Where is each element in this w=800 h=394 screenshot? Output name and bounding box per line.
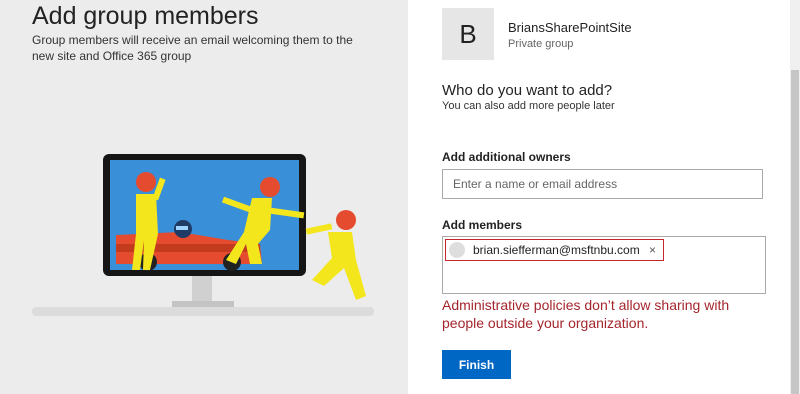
right-panel: B BriansSharePointSite Private group Who… xyxy=(408,0,800,394)
member-avatar xyxy=(449,242,465,258)
owners-input[interactable] xyxy=(442,169,763,199)
question-heading: Who do you want to add? xyxy=(442,82,613,99)
site-name: BriansSharePointSite xyxy=(508,20,632,35)
remove-member-icon[interactable]: × xyxy=(649,243,656,257)
monitor-stand xyxy=(192,273,212,305)
crew-helmet-3 xyxy=(336,210,356,230)
racing-team-illustration xyxy=(32,154,374,316)
crew-body-3 xyxy=(312,232,366,300)
site-privacy-label: Private group xyxy=(508,38,574,50)
floor-line xyxy=(32,307,374,316)
members-input[interactable]: brian.siefferman@msftnbu.com × xyxy=(442,236,766,294)
site-avatar: B xyxy=(442,8,494,60)
members-label: Add members xyxy=(442,218,523,232)
scrollbar-thumb[interactable] xyxy=(791,70,799,394)
page-title: Add group members xyxy=(32,2,259,30)
monitor-base xyxy=(172,301,234,307)
crew-helmet-2 xyxy=(260,177,280,197)
owners-label: Add additional owners xyxy=(442,150,571,164)
scrollbar[interactable] xyxy=(790,0,800,394)
member-email: brian.siefferman@msftnbu.com xyxy=(473,243,640,257)
crew-helmet-1 xyxy=(136,172,156,192)
finish-button[interactable]: Finish xyxy=(442,350,511,379)
left-panel: Add group members Group members will rec… xyxy=(0,0,408,394)
error-message: Administrative policies don’t allow shar… xyxy=(442,297,730,331)
page-subtitle: Group members will receive an email welc… xyxy=(32,33,353,63)
question-hint: You can also add more people later xyxy=(442,100,615,112)
member-pill[interactable]: brian.siefferman@msftnbu.com × xyxy=(445,239,664,261)
